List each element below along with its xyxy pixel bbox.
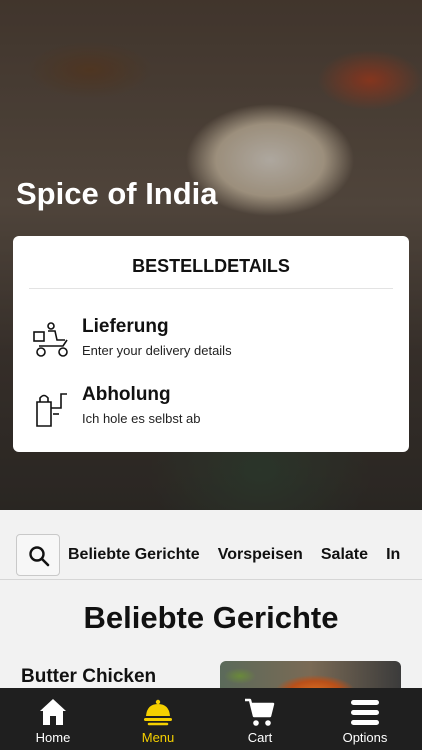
delivery-title: Lieferung <box>82 316 169 337</box>
category-tab-vorspeisen[interactable]: Vorspeisen <box>218 546 303 564</box>
category-tab-beliebte-gerichte[interactable]: Beliebte Gerichte <box>68 546 200 564</box>
nav-home[interactable]: Home <box>13 688 93 750</box>
delivery-scooter-icon <box>33 322 68 357</box>
nav-cart[interactable]: Cart <box>220 688 300 750</box>
category-bar: Beliebte Gerichte Vorspeisen Salate In <box>0 510 422 580</box>
takeaway-bag-icon <box>36 393 67 427</box>
nav-menu[interactable]: Menu <box>118 688 198 750</box>
menu-cloche-icon <box>144 699 172 726</box>
category-tabs: Beliebte Gerichte Vorspeisen Salate In <box>68 544 413 564</box>
pickup-option[interactable]: Abholung Ich hole es selbst ab <box>31 384 391 434</box>
order-details-card: BESTELLDETAILS Lieferung Enter your deli… <box>13 236 409 452</box>
delivery-option[interactable]: Lieferung Enter your delivery details <box>31 316 391 366</box>
dish-name[interactable]: Butter Chicken <box>21 666 156 688</box>
pickup-title: Abholung <box>82 384 171 405</box>
category-tab-in[interactable]: In <box>386 546 400 564</box>
nav-home-label: Home <box>35 730 71 745</box>
search-icon <box>29 546 50 567</box>
cart-icon <box>245 698 275 726</box>
section-title: Beliebte Gerichte <box>83 600 339 635</box>
nav-cart-label: Cart <box>247 730 273 745</box>
nav-options-label: Options <box>342 730 388 745</box>
pickup-subtitle: Ich hole es selbst ab <box>82 411 201 426</box>
hamburger-icon <box>351 700 379 725</box>
category-tab-salate[interactable]: Salate <box>321 546 368 564</box>
home-icon <box>40 699 66 725</box>
nav-menu-label: Menu <box>141 730 175 745</box>
restaurant-name: Spice of India <box>16 176 218 211</box>
search-button[interactable] <box>16 534 60 576</box>
delivery-subtitle: Enter your delivery details <box>82 343 232 358</box>
order-details-title: BESTELLDETAILS <box>132 256 290 276</box>
bottom-nav: Home Menu Cart Options <box>0 688 422 750</box>
nav-options[interactable]: Options <box>325 688 405 750</box>
divider <box>29 288 393 289</box>
